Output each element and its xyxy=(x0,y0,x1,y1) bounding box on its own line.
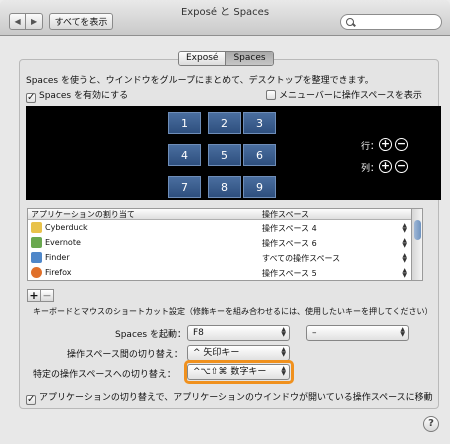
popup-arrows-icon: ▲ ▼ xyxy=(281,346,286,358)
popup-arrows-icon: ▲ ▼ xyxy=(281,326,286,338)
cyberduck-icon xyxy=(31,222,42,233)
shortcuts-header: キーボードとマウスのショートカット設定（修飾キーを組み合わせるには、使用したいキ… xyxy=(33,307,433,316)
space-thumb[interactable]: 1 xyxy=(168,112,201,134)
preferences-window: Exposé と Spaces ◀ ▶ すべてを表示 Exposé Spaces… xyxy=(0,0,450,444)
app-name: Finder xyxy=(45,253,70,262)
table-row[interactable]: Finder すべての操作スペース ▲ ▼ xyxy=(28,251,411,265)
show-all-button[interactable]: すべてを表示 xyxy=(49,13,113,30)
app-name: Cyberduck xyxy=(45,223,88,232)
space-thumb[interactable]: 2 xyxy=(208,112,241,134)
forward-button[interactable]: ▶ xyxy=(26,14,42,29)
switch-label: 操作スペース間の切り替え： xyxy=(67,350,183,360)
app-bindings-table: アプリケーションの割り当て 操作スペース Cyberduck 操作スペース 4 … xyxy=(27,208,412,281)
stepper-icon[interactable]: ▲ ▼ xyxy=(402,253,407,264)
stepper-icon[interactable]: ▲ ▼ xyxy=(402,223,407,234)
app-name: Firefox xyxy=(45,268,72,277)
remove-binding-button[interactable]: − xyxy=(40,289,54,302)
columns-label: 列： xyxy=(361,164,380,174)
spaces-grid: 1 2 3 4 5 6 7 8 9 行： + − 列： + − xyxy=(26,106,441,200)
space-assignment: 操作スペース 5 xyxy=(262,269,317,278)
switch-apps-label: アプリケーションの切り替えで、アプリケーションのウインドウが開いている操作スペー… xyxy=(39,393,433,403)
tab-spaces[interactable]: Spaces xyxy=(225,52,273,65)
space-assignment: すべての操作スペース xyxy=(262,254,341,263)
space-thumb[interactable]: 3 xyxy=(243,112,276,134)
enable-spaces-label: Spaces を有効にする xyxy=(39,91,129,101)
checkbox-checked-icon: ✓ xyxy=(26,92,36,103)
help-button[interactable]: ? xyxy=(423,416,439,432)
direct-switch-label: 特定の操作スペースへの切り替え： xyxy=(33,370,176,380)
activate-key-popup[interactable]: F8 ▲ ▼ xyxy=(187,325,290,341)
table-row[interactable]: Cyberduck 操作スペース 4 ▲ ▼ xyxy=(28,221,411,235)
titlebar: Exposé と Spaces ◀ ▶ すべてを表示 xyxy=(0,0,450,36)
nav-buttons: ◀ ▶ xyxy=(9,13,43,30)
activate-mouse-popup[interactable]: – ▲ ▼ xyxy=(306,325,409,341)
remove-row-icon[interactable]: − xyxy=(395,138,408,151)
space-thumb[interactable]: 9 xyxy=(243,176,276,198)
rows-label: 行： xyxy=(361,142,380,152)
space-assignment: 操作スペース 4 xyxy=(262,224,317,233)
table-scrollbar[interactable] xyxy=(412,208,423,281)
focus-highlight xyxy=(184,360,294,384)
activate-key-value: F8 xyxy=(193,328,204,338)
switch-key-popup[interactable]: ^ 矢印キー ▲ ▼ xyxy=(187,345,290,361)
space-thumb[interactable]: 6 xyxy=(243,144,276,166)
firefox-icon xyxy=(31,267,42,278)
table-row[interactable]: Evernote 操作スペース 6 ▲ ▼ xyxy=(28,236,411,250)
table-header: アプリケーションの割り当て 操作スペース xyxy=(28,209,411,220)
activate-label: Spaces を起動： xyxy=(115,330,186,340)
app-name: Evernote xyxy=(45,238,81,247)
tab-expose[interactable]: Exposé xyxy=(179,52,226,65)
switch-apps-checkbox[interactable]: ✓ アプリケーションの切り替えで、アプリケーションのウインドウが開いている操作スペ… xyxy=(26,390,433,405)
menubar-checkbox[interactable]: メニューバーに操作スペースを表示 xyxy=(266,88,422,101)
remove-column-icon[interactable]: − xyxy=(395,160,408,173)
enable-spaces-checkbox[interactable]: ✓ Spaces を有効にする xyxy=(26,88,128,103)
space-thumb[interactable]: 7 xyxy=(168,176,201,198)
add-column-icon[interactable]: + xyxy=(379,160,392,173)
activate-mouse-value: – xyxy=(312,328,317,338)
spaces-description: Spaces を使うと、ウインドウをグループにまとめて、デスクトップを整理できま… xyxy=(26,76,374,86)
menubar-label: メニューバーに操作スペースを表示 xyxy=(279,91,422,101)
search-field[interactable] xyxy=(340,14,442,30)
finder-icon xyxy=(31,252,42,263)
space-thumb[interactable]: 4 xyxy=(168,144,201,166)
table-row[interactable]: Firefox 操作スペース 5 ▲ ▼ xyxy=(28,266,411,280)
stepper-icon[interactable]: ▲ ▼ xyxy=(402,268,407,279)
checkbox-unchecked-icon xyxy=(266,90,276,100)
space-assignment: 操作スペース 6 xyxy=(262,239,317,248)
space-thumb[interactable]: 8 xyxy=(208,176,241,198)
column-header-space[interactable]: 操作スペース xyxy=(262,209,309,220)
evernote-icon xyxy=(31,237,42,248)
scrollbar-thumb[interactable] xyxy=(414,220,421,240)
back-button[interactable]: ◀ xyxy=(10,14,27,29)
column-header-app[interactable]: アプリケーションの割り当て xyxy=(31,209,135,220)
add-row-icon[interactable]: + xyxy=(379,138,392,151)
search-icon xyxy=(346,17,355,27)
switch-key-value: ^ 矢印キー xyxy=(193,348,240,358)
tab-bar: Exposé Spaces xyxy=(178,51,274,66)
checkbox-checked-icon: ✓ xyxy=(26,394,36,405)
add-binding-button[interactable]: + xyxy=(27,289,41,302)
space-thumb[interactable]: 5 xyxy=(208,144,241,166)
popup-arrows-icon: ▲ ▼ xyxy=(400,326,405,338)
stepper-icon[interactable]: ▲ ▼ xyxy=(402,238,407,249)
